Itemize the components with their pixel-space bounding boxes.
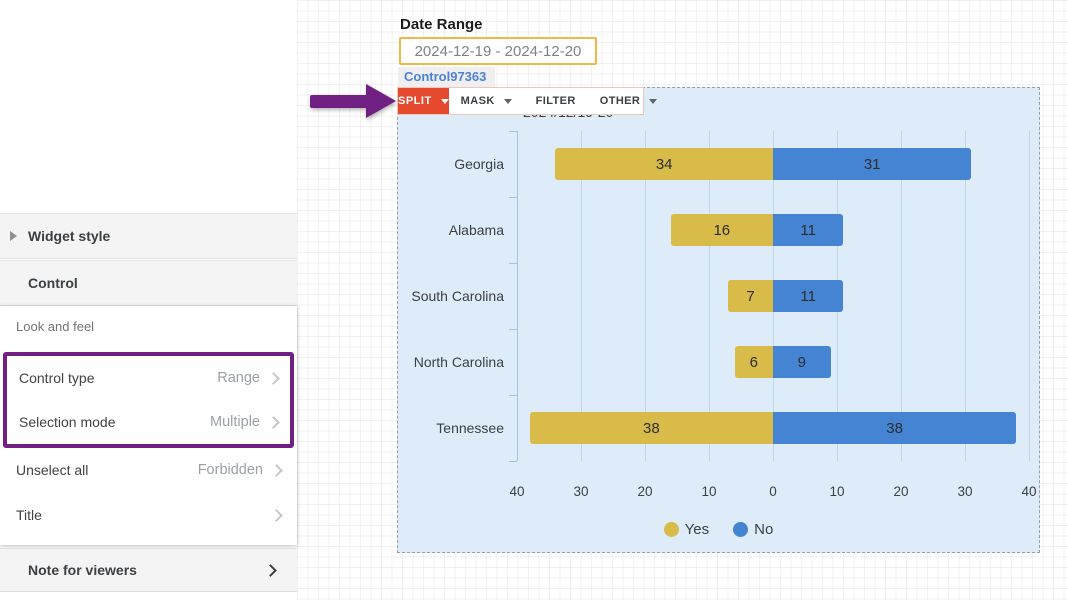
- selection-mode-value: Multiple: [210, 414, 260, 430]
- legend-label: Yes: [685, 521, 709, 538]
- properties-sidebar: Widget style Control Look and feel Contr…: [0, 0, 297, 600]
- note-for-viewers-row[interactable]: Note for viewers: [0, 548, 297, 592]
- bar-yes[interactable]: 6: [735, 346, 773, 378]
- chevron-right-icon: [267, 372, 280, 385]
- chart-legend: Yes No: [398, 521, 1039, 538]
- annotation-highlight-box: Control type Range Selection mode Multip…: [3, 352, 294, 448]
- chevron-right-icon: [267, 416, 280, 429]
- filter-button[interactable]: FILTER: [524, 88, 588, 114]
- x-axis-tick-label: 20: [625, 484, 665, 499]
- category-label: South Carolina: [398, 280, 504, 312]
- sidebar-item-control[interactable]: Control: [0, 260, 297, 306]
- dropdown-arrow-icon: [504, 99, 512, 104]
- x-axis-tick-label: 10: [689, 484, 729, 499]
- category-label: Georgia: [398, 148, 504, 180]
- chevron-right-icon: [264, 564, 277, 577]
- bar-no[interactable]: 31: [773, 148, 971, 180]
- x-axis-tick-label: 30: [945, 484, 985, 499]
- unselect-all-row[interactable]: Unselect all Forbidden: [0, 448, 297, 492]
- bar-no[interactable]: 11: [773, 280, 843, 312]
- dropdown-arrow-icon: [441, 99, 449, 104]
- control-type-value: Range: [217, 370, 260, 386]
- mask-button-label: MASK: [461, 95, 495, 107]
- x-axis-tick-label: 20: [881, 484, 921, 499]
- x-axis-tick-label: 0: [753, 484, 793, 499]
- bar-yes[interactable]: 16: [671, 214, 773, 246]
- dropdown-arrow-icon: [649, 99, 657, 104]
- date-range-title: Date Range: [400, 16, 483, 33]
- filter-button-label: FILTER: [536, 95, 576, 107]
- legend-item-no[interactable]: No: [733, 521, 773, 538]
- control-type-row[interactable]: Control type Range: [7, 356, 290, 400]
- control-label: Control: [28, 275, 78, 291]
- unselect-all-value: Forbidden: [198, 462, 263, 478]
- selection-mode-label: Selection mode: [19, 414, 116, 430]
- bar-no[interactable]: 38: [773, 412, 1016, 444]
- chevron-right-icon: [270, 509, 283, 522]
- selection-mode-row[interactable]: Selection mode Multiple: [7, 400, 290, 444]
- widget-name-tag: Control97363: [398, 67, 495, 87]
- unselect-all-label: Unselect all: [16, 462, 88, 478]
- category-label: North Carolina: [398, 346, 504, 378]
- sidebar-item-widget-style[interactable]: Widget style: [0, 213, 297, 259]
- control-type-label: Control type: [19, 370, 94, 386]
- widget-toolbar: SPLIT MASK FILTER OTHER: [397, 87, 644, 115]
- other-button[interactable]: OTHER: [588, 88, 670, 114]
- bar-yes[interactable]: 7: [728, 280, 773, 312]
- bar-no[interactable]: 11: [773, 214, 843, 246]
- x-axis-tick-label: 10: [817, 484, 857, 499]
- bar-chart-widget[interactable]: 2024/12/19-20 40302010010203040Georgia34…: [397, 87, 1040, 553]
- title-row[interactable]: Title: [0, 492, 297, 538]
- legend-dot-icon: [733, 522, 748, 537]
- mask-button[interactable]: MASK: [449, 88, 524, 114]
- look-and-feel-card: Look and feel Control type Range Selecti…: [0, 306, 297, 545]
- category-label: Alabama: [398, 214, 504, 246]
- category-label: Tennessee: [398, 412, 504, 444]
- look-and-feel-heading: Look and feel: [16, 319, 94, 334]
- x-axis-tick-label: 30: [561, 484, 601, 499]
- x-axis-tick-label: 40: [497, 484, 537, 499]
- legend-label: No: [754, 521, 773, 538]
- app-window: Widget style Control Look and feel Contr…: [0, 0, 1068, 600]
- chevron-right-icon: [270, 464, 283, 477]
- bar-no[interactable]: 9: [773, 346, 831, 378]
- bar-yes[interactable]: 34: [555, 148, 773, 180]
- note-for-viewers-label: Note for viewers: [28, 562, 137, 578]
- legend-dot-icon: [664, 522, 679, 537]
- title-row-label: Title: [16, 507, 42, 523]
- widget-style-label: Widget style: [28, 228, 110, 244]
- split-button[interactable]: SPLIT: [398, 88, 449, 114]
- split-button-label: SPLIT: [398, 95, 432, 107]
- bar-yes[interactable]: 38: [530, 412, 773, 444]
- x-axis-tick-label: 40: [1009, 484, 1049, 499]
- expander-right-icon: [10, 231, 17, 241]
- other-button-label: OTHER: [600, 95, 641, 107]
- date-range-input[interactable]: [399, 37, 597, 65]
- legend-item-yes[interactable]: Yes: [664, 521, 709, 538]
